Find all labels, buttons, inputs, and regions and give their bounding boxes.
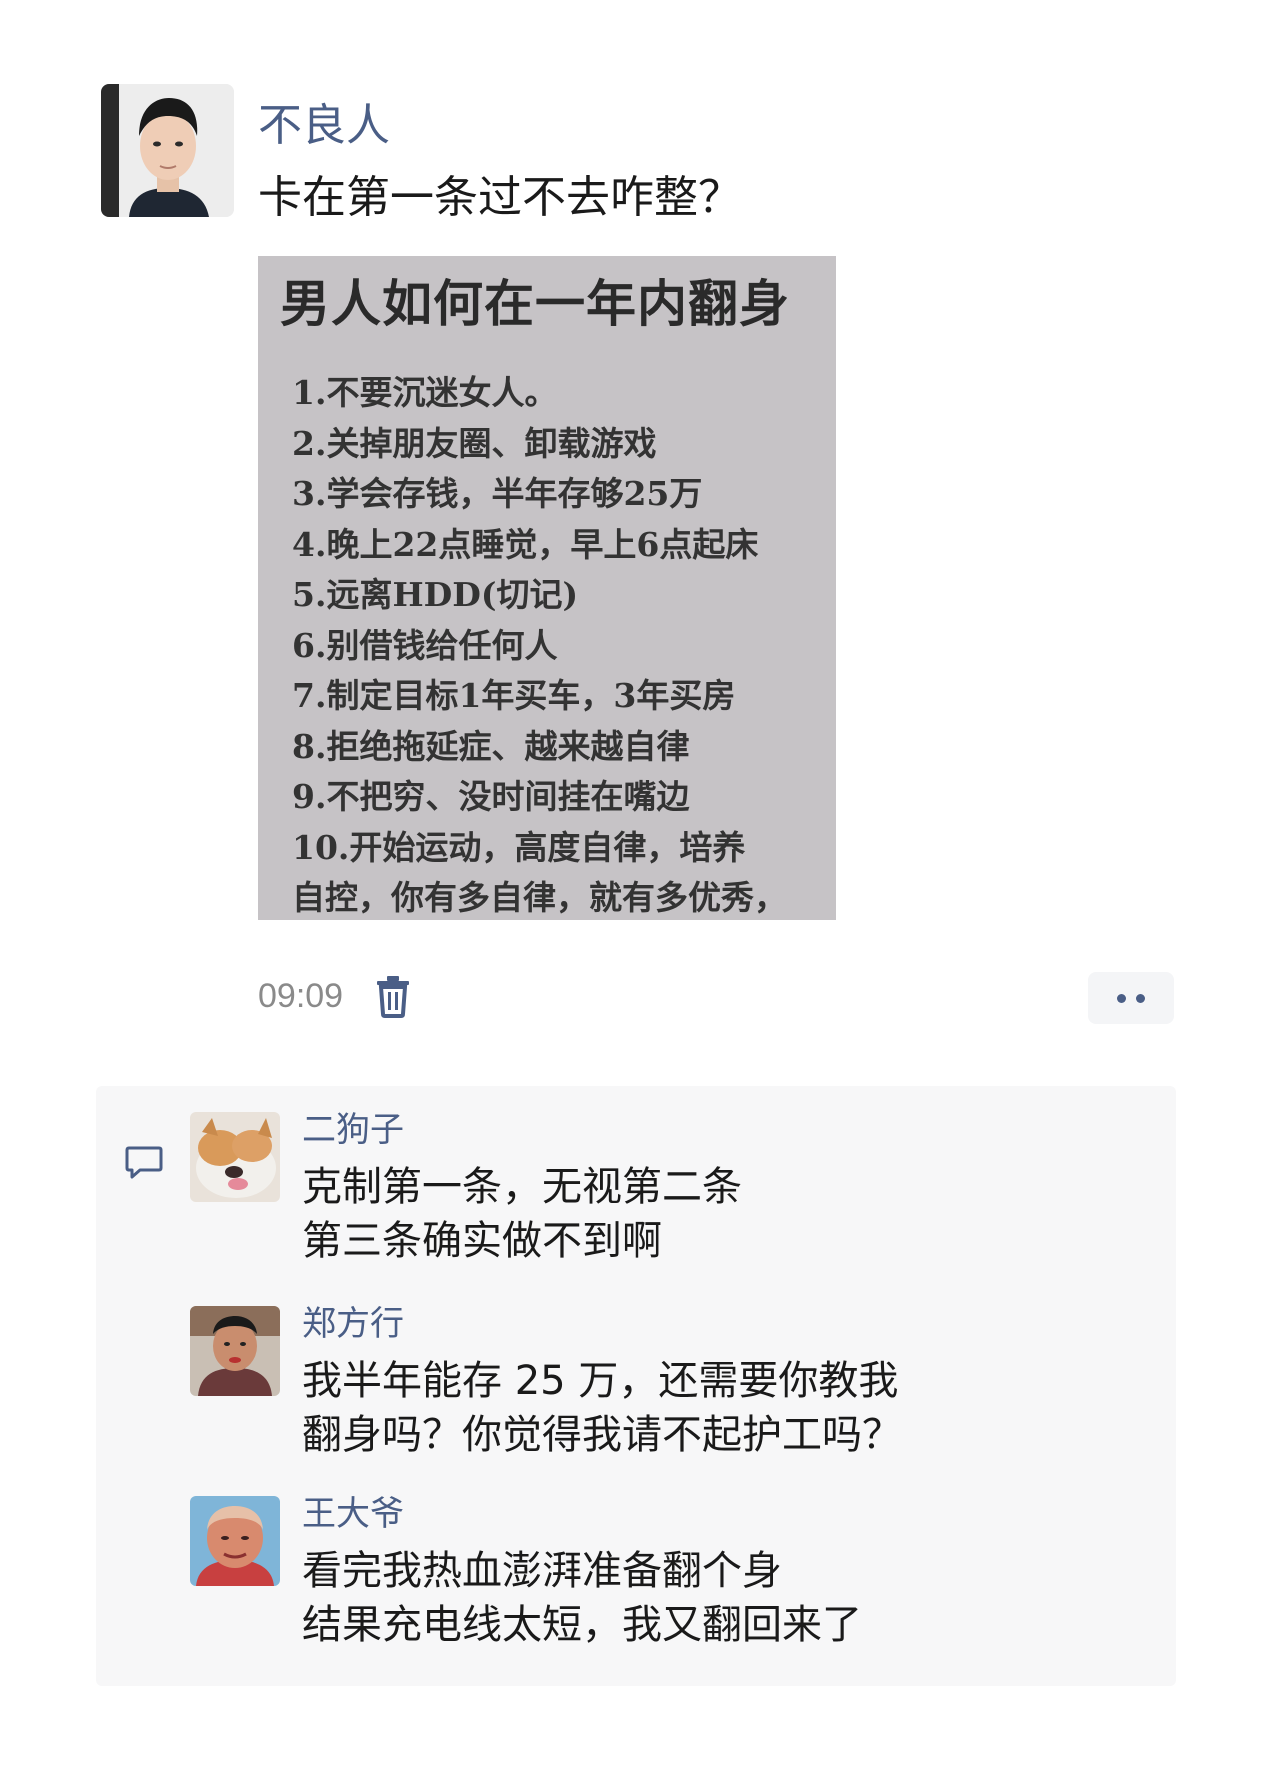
image-list-item: 9.不把穷、没时间挂在嘴边 bbox=[292, 777, 690, 816]
commenter-name[interactable]: 王大爷 bbox=[302, 1490, 404, 1538]
commenter-name[interactable]: 二狗子 bbox=[302, 1106, 404, 1154]
comment-text: 我半年能存 25 万，还需要你教我 翻身吗？你觉得我请不起护工吗？ bbox=[302, 1354, 902, 1462]
post-meta: 09:09 bbox=[258, 970, 413, 1022]
comment-line: 结果充电线太短，我又翻回来了 bbox=[302, 1602, 862, 1648]
image-list-item: 6.别借钱给任何人 bbox=[292, 625, 558, 665]
comment-line: 我半年能存 25 万，还需要你教我 bbox=[302, 1358, 899, 1404]
comment-text: 看完我热血澎湃准备翻个身 结果充电线太短，我又翻回来了 bbox=[302, 1544, 862, 1652]
image-list-item: 7.制定目标1年买车，3年买房 bbox=[292, 676, 736, 715]
comment-line: 第三条确实做不到啊 bbox=[302, 1218, 662, 1264]
post-text: 卡在第一条过不去咋整？ bbox=[258, 172, 742, 223]
author-avatar[interactable] bbox=[101, 84, 234, 217]
comment-bubble-icon bbox=[125, 1146, 163, 1179]
image-list-item: 8.拒绝拖延症、越来越自律 bbox=[292, 726, 690, 766]
image-list-item: 5.远离HDD(切记) bbox=[292, 575, 579, 614]
image-list-item: 3.学会存钱，半年存够25万 bbox=[292, 474, 703, 513]
commenter-name[interactable]: 郑方行 bbox=[302, 1300, 404, 1348]
trash-icon[interactable] bbox=[373, 974, 413, 1018]
post-author-name[interactable]: 不良人 bbox=[258, 96, 390, 156]
post-image[interactable]: 男人如何在一年内翻身 1.不要沉迷女人。 2.关掉朋友圈、卸载游戏 3.学会存钱… bbox=[258, 256, 836, 920]
comment-section: 二狗子 克制第一条，无视第二条 第三条确实做不到啊 郑方行 我半年能存 25 万… bbox=[96, 1086, 1176, 1686]
image-list: 1.不要沉迷女人。 2.关掉朋友圈、卸载游戏 3.学会存钱，半年存够25万 4.… bbox=[292, 368, 787, 920]
commenter-avatar[interactable] bbox=[190, 1306, 280, 1396]
commenter-avatar[interactable] bbox=[190, 1496, 280, 1586]
more-button[interactable] bbox=[1088, 972, 1174, 1024]
post-timestamp: 09:09 bbox=[258, 976, 344, 1015]
comment-line: 翻身吗？你觉得我请不起护工吗？ bbox=[302, 1412, 902, 1458]
image-list-item: 10.开始运动，高度自律，培养 bbox=[292, 827, 746, 867]
moments-post: 不良人 卡在第一条过不去咋整？ 男人如何在一年内翻身 1.不要沉迷女人。 2.关… bbox=[0, 0, 1280, 1789]
image-list-item: 2.关掉朋友圈、卸载游戏 bbox=[292, 423, 657, 463]
image-list-item: 1.不要沉迷女人。 bbox=[292, 373, 558, 412]
comment-text: 克制第一条，无视第二条 第三条确实做不到啊 bbox=[302, 1160, 742, 1268]
image-title: 男人如何在一年内翻身 bbox=[280, 275, 790, 333]
comment-line: 看完我热血澎湃准备翻个身 bbox=[302, 1548, 782, 1594]
comment-line: 克制第一条，无视第二条 bbox=[302, 1164, 742, 1210]
image-list-item: 4.晚上22点睡觉，早上6点起床 bbox=[292, 524, 759, 564]
more-dots-icon bbox=[1117, 993, 1126, 1003]
commenter-avatar[interactable] bbox=[190, 1112, 280, 1202]
more-dots-icon bbox=[1136, 993, 1145, 1003]
image-list-item: 自控，你有多自律，就有多优秀， bbox=[292, 878, 787, 917]
